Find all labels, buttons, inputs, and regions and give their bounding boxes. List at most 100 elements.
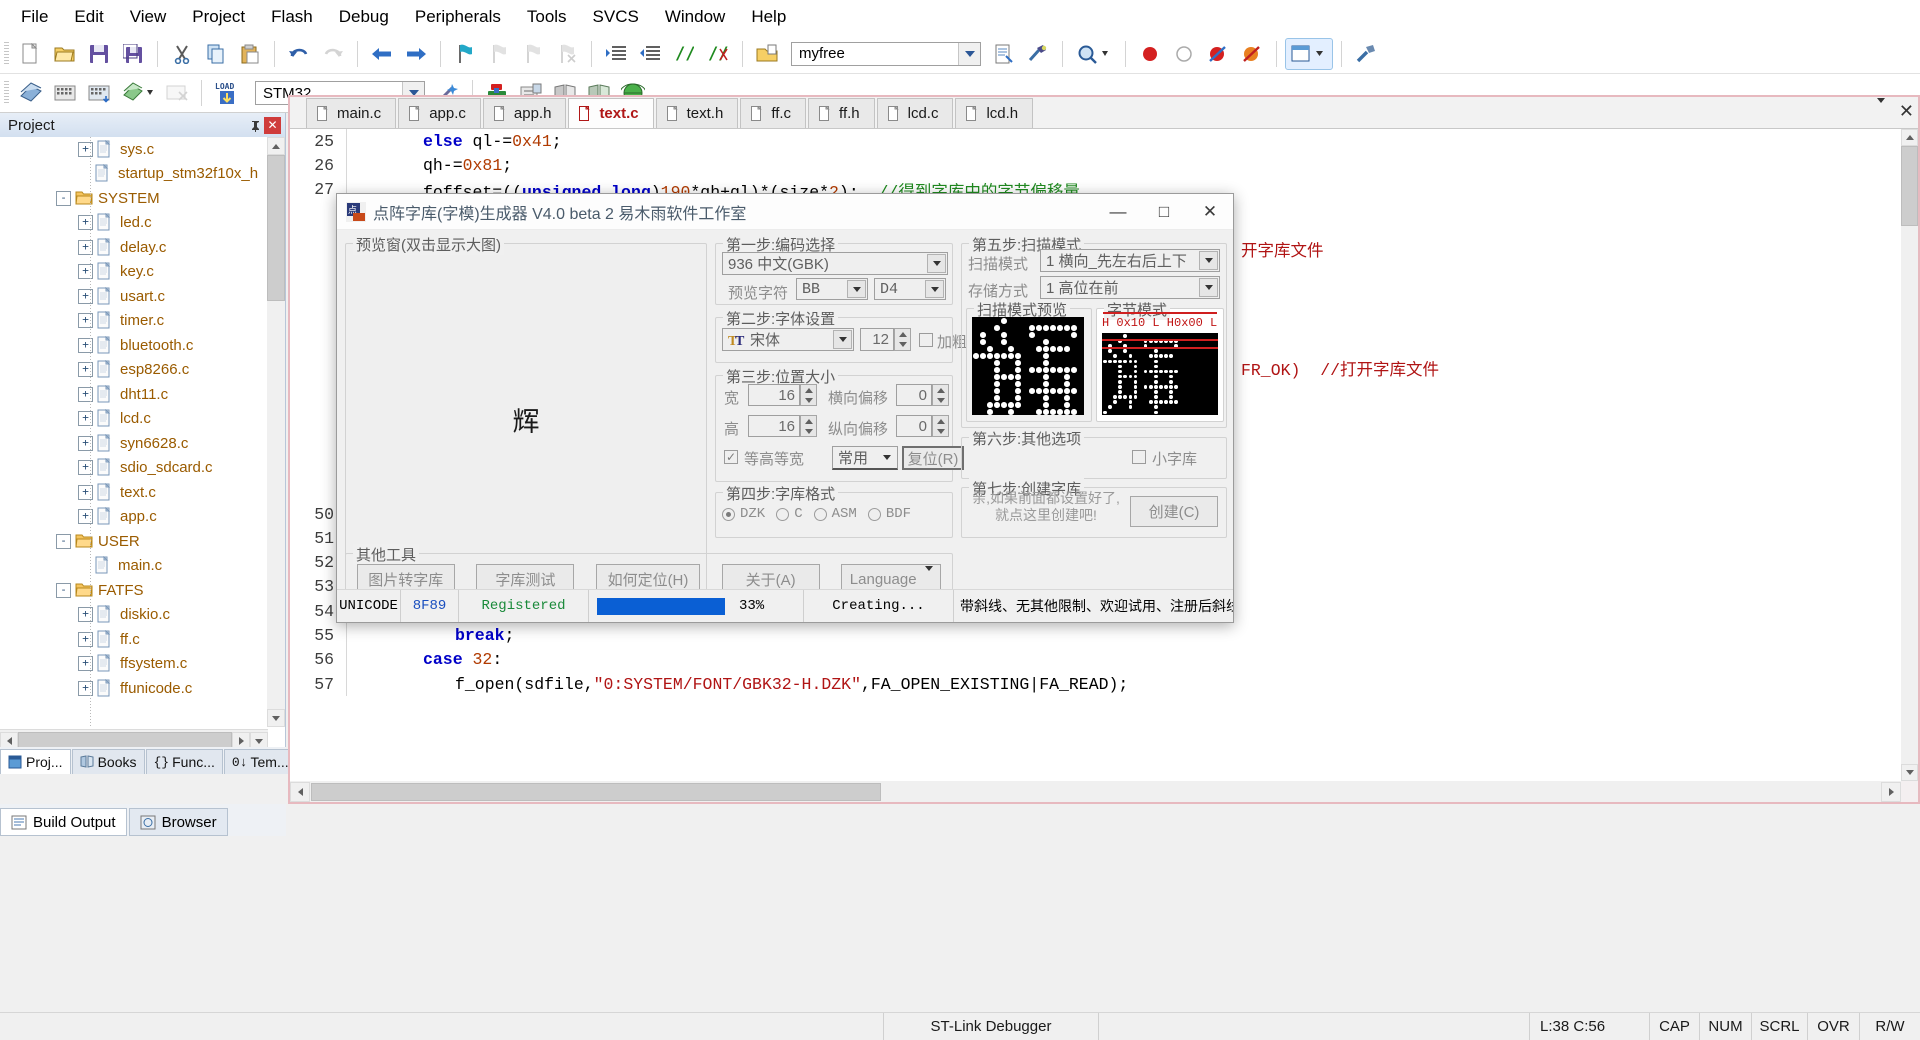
menu-item-view[interactable]: View xyxy=(117,3,180,31)
chevron-down-icon[interactable] xyxy=(925,571,933,588)
height-spinner[interactable] xyxy=(800,415,817,437)
tree-file-row[interactable]: +ffunicode.c xyxy=(0,676,268,701)
scroll-thumb[interactable] xyxy=(311,783,881,801)
indent-icon[interactable] xyxy=(600,38,632,70)
collapse-icon[interactable]: - xyxy=(56,534,71,549)
chevron-down-icon[interactable] xyxy=(833,330,852,349)
hi-byte-combo[interactable]: BB xyxy=(796,278,868,300)
spin-up[interactable] xyxy=(801,416,816,426)
target-selector-combo[interactable]: myfree xyxy=(791,42,981,66)
editor-tab-text-h[interactable]: text.h xyxy=(656,98,739,128)
spin-up[interactable] xyxy=(801,385,816,395)
yoffset-spinner[interactable] xyxy=(932,415,949,437)
forward-icon[interactable] xyxy=(400,38,432,70)
tree-file-row[interactable]: +app.c xyxy=(0,505,268,530)
scroll-up-button[interactable] xyxy=(1901,129,1918,146)
editor-horizontal-scrollbar[interactable] xyxy=(290,781,1901,802)
scroll-left-button[interactable] xyxy=(290,782,310,802)
menu-item-svcs[interactable]: SVCS xyxy=(580,3,652,31)
zoom-icon[interactable] xyxy=(1071,38,1117,70)
format-radio-dzk[interactable] xyxy=(722,508,735,521)
chevron-down-icon[interactable] xyxy=(877,448,896,467)
tab-functions[interactable]: {} Func... xyxy=(146,749,223,774)
chevron-down-icon[interactable] xyxy=(958,43,980,65)
lo-byte-combo[interactable]: D4 xyxy=(874,278,946,300)
chevron-down-icon[interactable] xyxy=(1199,251,1218,270)
tree-file-row[interactable]: +dht11.c xyxy=(0,382,268,407)
redo-icon[interactable] xyxy=(317,38,349,70)
tab-browser[interactable]: Browser xyxy=(129,808,228,836)
tree-folder-row[interactable]: -SYSTEM xyxy=(0,186,268,211)
format-radio-c[interactable] xyxy=(776,508,789,521)
spin-up[interactable] xyxy=(933,416,948,426)
editor-tab-text-c[interactable]: text.c xyxy=(568,98,653,128)
tree-file-row[interactable]: +diskio.c xyxy=(0,603,268,628)
scroll-thumb[interactable] xyxy=(267,155,285,301)
menu-item-flash[interactable]: Flash xyxy=(258,3,326,31)
toolbar-grip[interactable] xyxy=(4,81,9,105)
tree-file-row[interactable]: +timer.c xyxy=(0,309,268,334)
breakpoint-disable-icon[interactable] xyxy=(1168,38,1200,70)
insert-file-icon[interactable] xyxy=(751,38,783,70)
width-spinner[interactable] xyxy=(800,384,817,406)
comment-icon[interactable]: // xyxy=(668,38,700,70)
scroll-right-button[interactable] xyxy=(1881,782,1901,802)
tree-file-row[interactable]: +sdio_sdcard.c xyxy=(0,456,268,481)
target-options-icon[interactable] xyxy=(988,38,1020,70)
bookmark-next-icon[interactable] xyxy=(517,38,549,70)
tree-file-row[interactable]: +esp8266.c xyxy=(0,358,268,383)
translate-icon[interactable] xyxy=(15,77,47,109)
tree-file-row[interactable]: +delay.c xyxy=(0,235,268,260)
paste-icon[interactable] xyxy=(234,38,266,70)
collapse-icon[interactable]: - xyxy=(56,583,71,598)
chevron-down-icon[interactable] xyxy=(1877,103,1885,120)
editor-tab-app-h[interactable]: app.h xyxy=(483,98,567,128)
copy-icon[interactable] xyxy=(200,38,232,70)
format-radio-asm[interactable] xyxy=(814,508,827,521)
tab-project[interactable]: Proj... xyxy=(0,749,71,774)
tree-file-row[interactable]: +sys.c xyxy=(0,137,268,162)
tree-file-row[interactable]: +text.c xyxy=(0,480,268,505)
xoffset-field[interactable]: 0 xyxy=(896,384,932,406)
tree-file-row[interactable]: main.c xyxy=(0,554,268,579)
scroll-down-button[interactable] xyxy=(267,709,285,727)
menu-item-help[interactable]: Help xyxy=(738,3,799,31)
open-folder-icon[interactable] xyxy=(49,38,81,70)
tree-file-row[interactable]: +lcd.c xyxy=(0,407,268,432)
tab-build-output[interactable]: Build Output xyxy=(0,808,127,836)
bookmark-clear-icon[interactable] xyxy=(551,38,583,70)
scan-preview-bitmap[interactable] xyxy=(972,317,1084,415)
editor-tab-ff-c[interactable]: ff.c xyxy=(740,98,806,128)
create-font-button[interactable]: 创建(C) xyxy=(1130,496,1218,527)
minimize-button[interactable]: — xyxy=(1095,195,1141,229)
toolbar-grip[interactable] xyxy=(4,42,9,66)
pin-icon[interactable] xyxy=(247,117,264,134)
menu-item-file[interactable]: File xyxy=(8,3,61,31)
spin-up[interactable] xyxy=(933,385,948,395)
tree-file-row[interactable]: startup_stm32f10x_h xyxy=(0,162,268,187)
close-icon[interactable]: ✕ xyxy=(1899,101,1914,122)
close-button[interactable]: ✕ xyxy=(1187,195,1233,229)
tree-folder-row[interactable]: -USER xyxy=(0,529,268,554)
bookmark-toggle-icon[interactable] xyxy=(449,38,481,70)
maximize-button[interactable]: □ xyxy=(1141,195,1187,229)
save-all-icon[interactable] xyxy=(117,38,149,70)
editor-tab-ff-h[interactable]: ff.h xyxy=(808,98,875,128)
font-family-combo[interactable]: TT 宋体 xyxy=(722,328,854,351)
chevron-down-icon[interactable] xyxy=(927,254,946,273)
outdent-icon[interactable] xyxy=(634,38,666,70)
spin-down[interactable] xyxy=(933,395,948,405)
chevron-down-icon[interactable] xyxy=(847,280,866,298)
menu-item-peripherals[interactable]: Peripherals xyxy=(402,3,514,31)
spin-down[interactable] xyxy=(801,395,816,405)
editor-tab-lcd-h[interactable]: lcd.h xyxy=(955,98,1033,128)
window-layout-icon[interactable] xyxy=(1285,38,1333,70)
menu-item-project[interactable]: Project xyxy=(179,3,258,31)
cut-icon[interactable] xyxy=(166,38,198,70)
download-icon[interactable]: LOAD xyxy=(210,77,246,109)
menu-item-debug[interactable]: Debug xyxy=(326,3,402,31)
yoffset-field[interactable]: 0 xyxy=(896,415,932,437)
tree-file-row[interactable]: +bluetooth.c xyxy=(0,333,268,358)
reset-button[interactable]: 复位(R) xyxy=(902,446,964,470)
new-file-icon[interactable] xyxy=(15,38,47,70)
